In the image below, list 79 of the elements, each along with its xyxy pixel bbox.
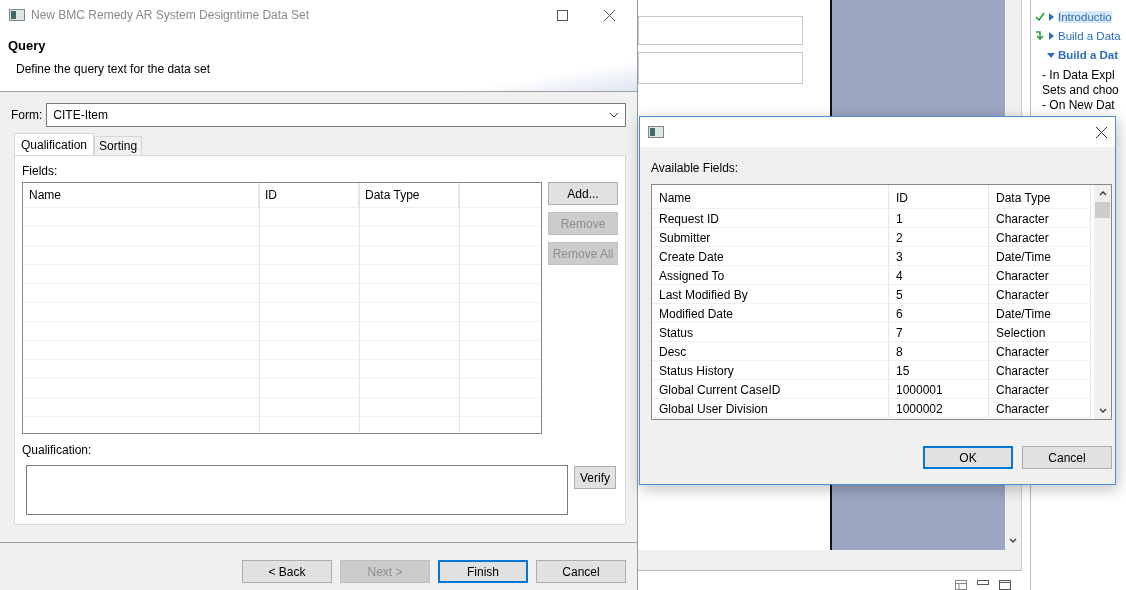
- maximize-icon[interactable]: [557, 9, 568, 21]
- table-cell[interactable]: Character: [989, 342, 1091, 361]
- table-cell[interactable]: 2: [889, 228, 989, 247]
- table-cell[interactable]: 1: [889, 209, 989, 228]
- column-header[interactable]: ID: [259, 183, 359, 208]
- table-cell[interactable]: Selection: [989, 323, 1091, 342]
- table-cell[interactable]: Desc: [652, 342, 889, 361]
- table-cell[interactable]: Submitter: [652, 228, 889, 247]
- table-cell[interactable]: 3: [889, 247, 989, 266]
- table-cell[interactable]: Modified Date: [652, 304, 889, 323]
- page-description: Define the query text for the data set: [16, 62, 212, 76]
- qualification-label: Qualification:: [22, 443, 93, 457]
- column-header[interactable]: Data Type: [989, 185, 1091, 209]
- table-cell[interactable]: 15: [889, 361, 989, 380]
- table-cell[interactable]: 1000002: [889, 399, 989, 418]
- verify-button[interactable]: Verify: [574, 466, 616, 489]
- table-cell[interactable]: Global User Division: [652, 399, 889, 418]
- form-dropdown[interactable]: CITE-Item: [46, 103, 626, 127]
- table-cell[interactable]: Status: [652, 323, 889, 342]
- table-cell[interactable]: Character: [989, 380, 1091, 399]
- column-header[interactable]: Data Type: [359, 183, 459, 208]
- table-cell[interactable]: Create Date: [652, 247, 889, 266]
- table-cell[interactable]: Status History: [652, 361, 889, 380]
- footer-button[interactable]: Finish: [438, 560, 528, 583]
- table-icon[interactable]: [955, 580, 967, 590]
- table-cell[interactable]: 1000001: [889, 380, 989, 399]
- close-icon[interactable]: [604, 9, 615, 21]
- dialog-button[interactable]: Cancel: [1022, 446, 1112, 469]
- table-cell[interactable]: Character: [989, 209, 1091, 228]
- scroll-thumb[interactable]: [1095, 202, 1110, 218]
- table-cell[interactable]: Date/Time: [989, 304, 1091, 323]
- available-fields-label: Available Fields:: [651, 161, 740, 175]
- qualification-field[interactable]: [26, 465, 568, 515]
- window-icon: [9, 9, 25, 21]
- table-cell[interactable]: Date/Time: [989, 247, 1091, 266]
- column-header[interactable]: Name: [652, 185, 889, 209]
- footer-button[interactable]: Cancel: [536, 560, 626, 583]
- side-button[interactable]: Add...: [548, 182, 618, 205]
- collapsed-icon[interactable]: [1047, 31, 1055, 40]
- table-cell[interactable]: Character: [989, 266, 1091, 285]
- collapsed-icon[interactable]: [1047, 12, 1055, 21]
- cheat-sheet-item[interactable]: Introductio: [1031, 7, 1126, 26]
- chevron-down-icon: [609, 112, 619, 118]
- column-header[interactable]: ID: [889, 185, 989, 209]
- scrollbar[interactable]: [1094, 185, 1111, 419]
- table-cell[interactable]: 8: [889, 342, 989, 361]
- table-cell[interactable]: Character: [989, 285, 1091, 304]
- window-icon: [648, 126, 664, 138]
- expanded-icon[interactable]: [1047, 50, 1055, 59]
- column-header[interactable]: Name: [23, 183, 259, 208]
- arrow-down-icon: [1035, 30, 1045, 41]
- form-label: Form:: [11, 108, 43, 122]
- table-cell[interactable]: 6: [889, 304, 989, 323]
- scroll-up-icon[interactable]: [1098, 190, 1107, 196]
- scroll-down-icon[interactable]: [1009, 538, 1017, 544]
- tab[interactable]: Sorting: [94, 136, 143, 155]
- table-cell[interactable]: 5: [889, 285, 989, 304]
- table-cell[interactable]: 4: [889, 266, 989, 285]
- check-icon: [1035, 12, 1045, 21]
- instructions-text: - In Data Expl Sets and choo - On New Dat: [1041, 67, 1120, 113]
- table-cell[interactable]: 7: [889, 323, 989, 342]
- table-cell[interactable]: Request ID: [652, 209, 889, 228]
- table-cell[interactable]: Character: [989, 399, 1091, 418]
- dialog-button[interactable]: OK: [923, 446, 1013, 469]
- table-cell[interactable]: Character: [989, 228, 1091, 247]
- window-title: New BMC Remedy AR System Designtime Data Set: [31, 8, 310, 22]
- tab[interactable]: Qualification: [14, 133, 95, 155]
- table-cell[interactable]: Last Modified By: [652, 285, 889, 304]
- footer-button[interactable]: < Back: [242, 560, 332, 583]
- scroll-down-icon[interactable]: [1098, 408, 1107, 414]
- maximize-icon[interactable]: [999, 580, 1011, 590]
- table-cell[interactable]: Character: [989, 361, 1091, 380]
- page-title: Query: [8, 38, 47, 53]
- close-icon[interactable]: [1096, 126, 1107, 138]
- cheat-sheet-item[interactable]: Build a Dat: [1031, 45, 1126, 64]
- table-cell[interactable]: Assigned To: [652, 266, 889, 285]
- fields-label: Fields:: [22, 164, 59, 178]
- table-cell[interactable]: Global Current CaseID: [652, 380, 889, 399]
- cheat-sheet-item[interactable]: Build a Data: [1031, 26, 1126, 45]
